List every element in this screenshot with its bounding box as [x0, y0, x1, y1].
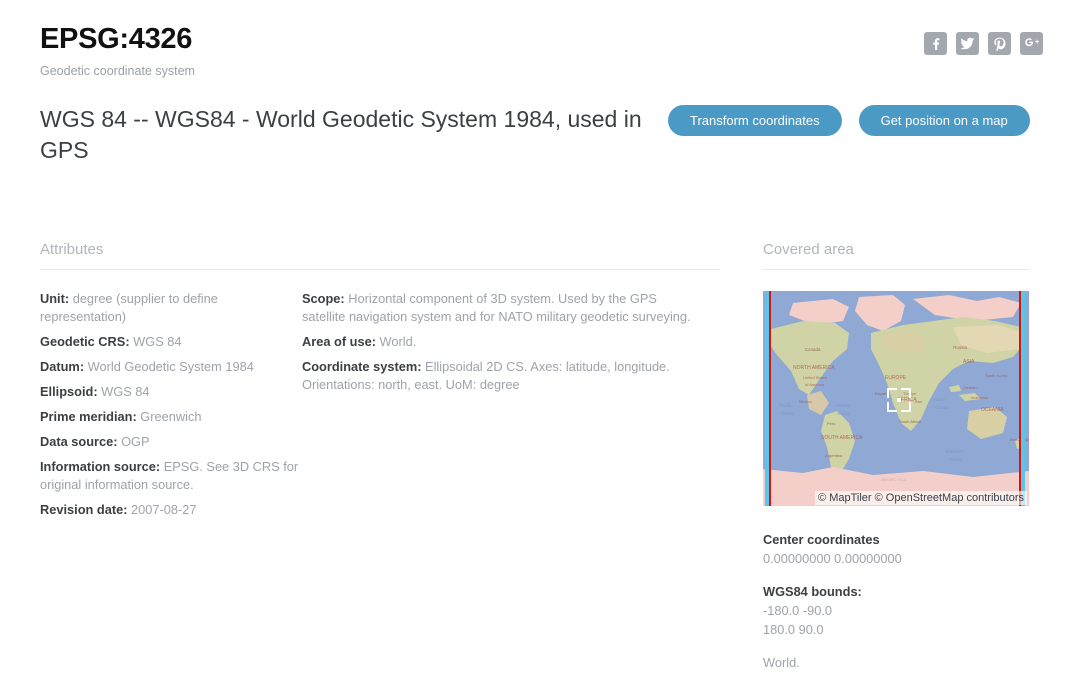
- action-buttons: Transform coordinates Get position on a …: [668, 105, 1030, 136]
- attributes-heading: Attributes: [40, 241, 104, 258]
- wgs84-bounds-max: 180.0 90.0: [763, 622, 824, 637]
- page-header: EPSG:4326 Geodetic coordinate system: [40, 22, 1043, 94]
- attribute-unit: Unit: degree (supplier to define represe…: [40, 290, 302, 326]
- epsg-page: EPSG:4326 Geodetic coordinate system WGS…: [0, 0, 1083, 687]
- svg-text:South Korea: South Korea: [985, 373, 1008, 378]
- crosshair-corner-top-left: [887, 388, 897, 398]
- svg-text:of America: of America: [805, 382, 825, 387]
- svg-text:United States: United States: [803, 375, 827, 380]
- attribute-key: Datum:: [40, 359, 85, 374]
- svg-text:Ocean: Ocean: [949, 457, 963, 462]
- attribute-value: Greenwich: [140, 409, 202, 424]
- attributes-section: Attributes Unit: degree (supplier to def…: [40, 241, 720, 526]
- crosshair-corner-bottom-right: [901, 402, 911, 412]
- social-share-bar: [924, 32, 1043, 55]
- crs-title: WGS 84 -- WGS84 - World Geodetic System …: [40, 106, 642, 163]
- svg-text:Ocean: Ocean: [935, 405, 949, 410]
- attribute-scope: Scope: Horizontal component of 3D system…: [302, 290, 702, 326]
- svg-text:ASIA: ASIA: [963, 359, 975, 365]
- twitter-icon[interactable]: [956, 32, 979, 55]
- attribute-key: Coordinate system:: [302, 359, 422, 374]
- center-coordinates-label: Center coordinates: [763, 532, 880, 547]
- covered-area-section: Covered area Canada NORTH AMERICA United…: [763, 241, 1029, 672]
- attributes-divider: [40, 269, 720, 270]
- svg-text:EUROPE: EUROPE: [885, 375, 907, 381]
- svg-text:Ocean: Ocean: [837, 411, 851, 416]
- attribute-datum: Datum: World Geodetic System 1984: [40, 358, 302, 376]
- svg-text:OCEANIA: OCEANIA: [981, 407, 1004, 413]
- crosshair-center-dot: [897, 398, 901, 402]
- get-position-on-map-button[interactable]: Get position on a map: [858, 105, 1030, 136]
- svg-text:Southern: Southern: [945, 449, 964, 454]
- pinterest-icon[interactable]: [988, 32, 1011, 55]
- attribute-value: World.: [379, 334, 417, 349]
- attributes-columns: Unit: degree (supplier to define represe…: [40, 290, 720, 526]
- wgs84-bounds-label: WGS84 bounds:: [763, 584, 862, 599]
- covered-area-divider: [763, 269, 1029, 270]
- attribute-value: World Geodetic System 1984: [87, 359, 254, 374]
- attribute-key: Information source:: [40, 459, 161, 474]
- svg-text:Atlantic: Atlantic: [835, 403, 851, 408]
- attribute-geodetic-crs: Geodetic CRS: WGS 84: [40, 333, 302, 351]
- googleplus-icon[interactable]: [1020, 32, 1043, 55]
- attribute-key: Unit:: [40, 291, 70, 306]
- center-coordinates-value: 0.00000000 0.00000000: [763, 551, 902, 566]
- area-of-use-note: World.: [763, 655, 800, 670]
- wgs84-bounds-min: -180.0 -90.0: [763, 603, 833, 618]
- attributes-column-right: Scope: Horizontal component of 3D system…: [302, 290, 702, 526]
- svg-text:Indonesia: Indonesia: [971, 395, 989, 400]
- page-subtitle: Geodetic coordinate system: [40, 64, 195, 78]
- attribute-key: Data source:: [40, 434, 118, 449]
- attributes-column-left: Unit: degree (supplier to define represe…: [40, 290, 302, 526]
- attribute-area-of-use: Area of use: World.: [302, 333, 702, 351]
- attribute-coordinate-system: Coordinate system: Ellipsoidal 2D CS. Ax…: [302, 358, 702, 394]
- transform-coordinates-button[interactable]: Transform coordinates: [668, 105, 842, 136]
- svg-text:South Africa: South Africa: [899, 419, 921, 424]
- svg-text:Argentina: Argentina: [825, 453, 843, 458]
- svg-text:Canada: Canada: [805, 347, 821, 352]
- svg-text:SOUTH AMERICA: SOUTH AMERICA: [821, 435, 863, 441]
- attribute-key: Geodetic CRS:: [40, 334, 130, 349]
- svg-text:Mexico: Mexico: [799, 399, 812, 404]
- bounds-line-west: [769, 291, 771, 506]
- map-edge-strip-right: [1021, 291, 1025, 506]
- center-crosshair-marker: [887, 388, 911, 412]
- svg-text:Russia: Russia: [953, 345, 967, 350]
- crosshair-corner-bottom-left: [887, 402, 897, 412]
- attribute-key: Prime meridian:: [40, 409, 137, 424]
- covered-area-heading: Covered area: [763, 241, 854, 258]
- coverage-map[interactable]: Canada NORTH AMERICA United States of Am…: [763, 291, 1029, 506]
- crosshair-corner-top-right: [901, 388, 911, 398]
- attribute-prime-meridian: Prime meridian: Greenwich: [40, 408, 302, 426]
- attribute-value: Horizontal component of 3D system. Used …: [302, 291, 691, 324]
- attribute-value: WGS 84: [133, 334, 182, 349]
- attribute-key: Revision date:: [40, 502, 128, 517]
- attribute-ellipsoid: Ellipsoid: WGS 84: [40, 383, 302, 401]
- attribute-revision-date: Revision date: 2007-08-27: [40, 501, 302, 519]
- attribute-key: Scope:: [302, 291, 345, 306]
- svg-text:Vietnam: Vietnam: [963, 385, 978, 390]
- page-title: EPSG:4326: [40, 23, 193, 55]
- svg-text:Ocean: Ocean: [781, 411, 795, 416]
- map-attribution[interactable]: © MapTiler © OpenStreetMap contributors: [815, 491, 1027, 505]
- attribute-value: WGS 84: [101, 384, 150, 399]
- svg-text:Peru: Peru: [827, 421, 835, 426]
- coordinates-info: Center coordinates 0.00000000 0.00000000…: [763, 530, 1029, 672]
- attribute-value: 2007-08-27: [131, 502, 197, 517]
- attribute-data-source: Data source: OGP: [40, 433, 302, 451]
- attribute-value: OGP: [121, 434, 150, 449]
- attribute-information-source: Information source: EPSG. See 3D CRS for…: [40, 458, 302, 494]
- bounds-line-east: [1019, 291, 1021, 506]
- attribute-key: Area of use:: [302, 334, 376, 349]
- svg-text:ANTARCTICA: ANTARCTICA: [881, 477, 907, 482]
- svg-text:NORTH AMERICA: NORTH AMERICA: [793, 365, 835, 371]
- svg-text:Pacific: Pacific: [779, 403, 793, 408]
- attribute-key: Ellipsoid:: [40, 384, 98, 399]
- svg-text:Indian: Indian: [933, 397, 946, 402]
- facebook-icon[interactable]: [924, 32, 947, 55]
